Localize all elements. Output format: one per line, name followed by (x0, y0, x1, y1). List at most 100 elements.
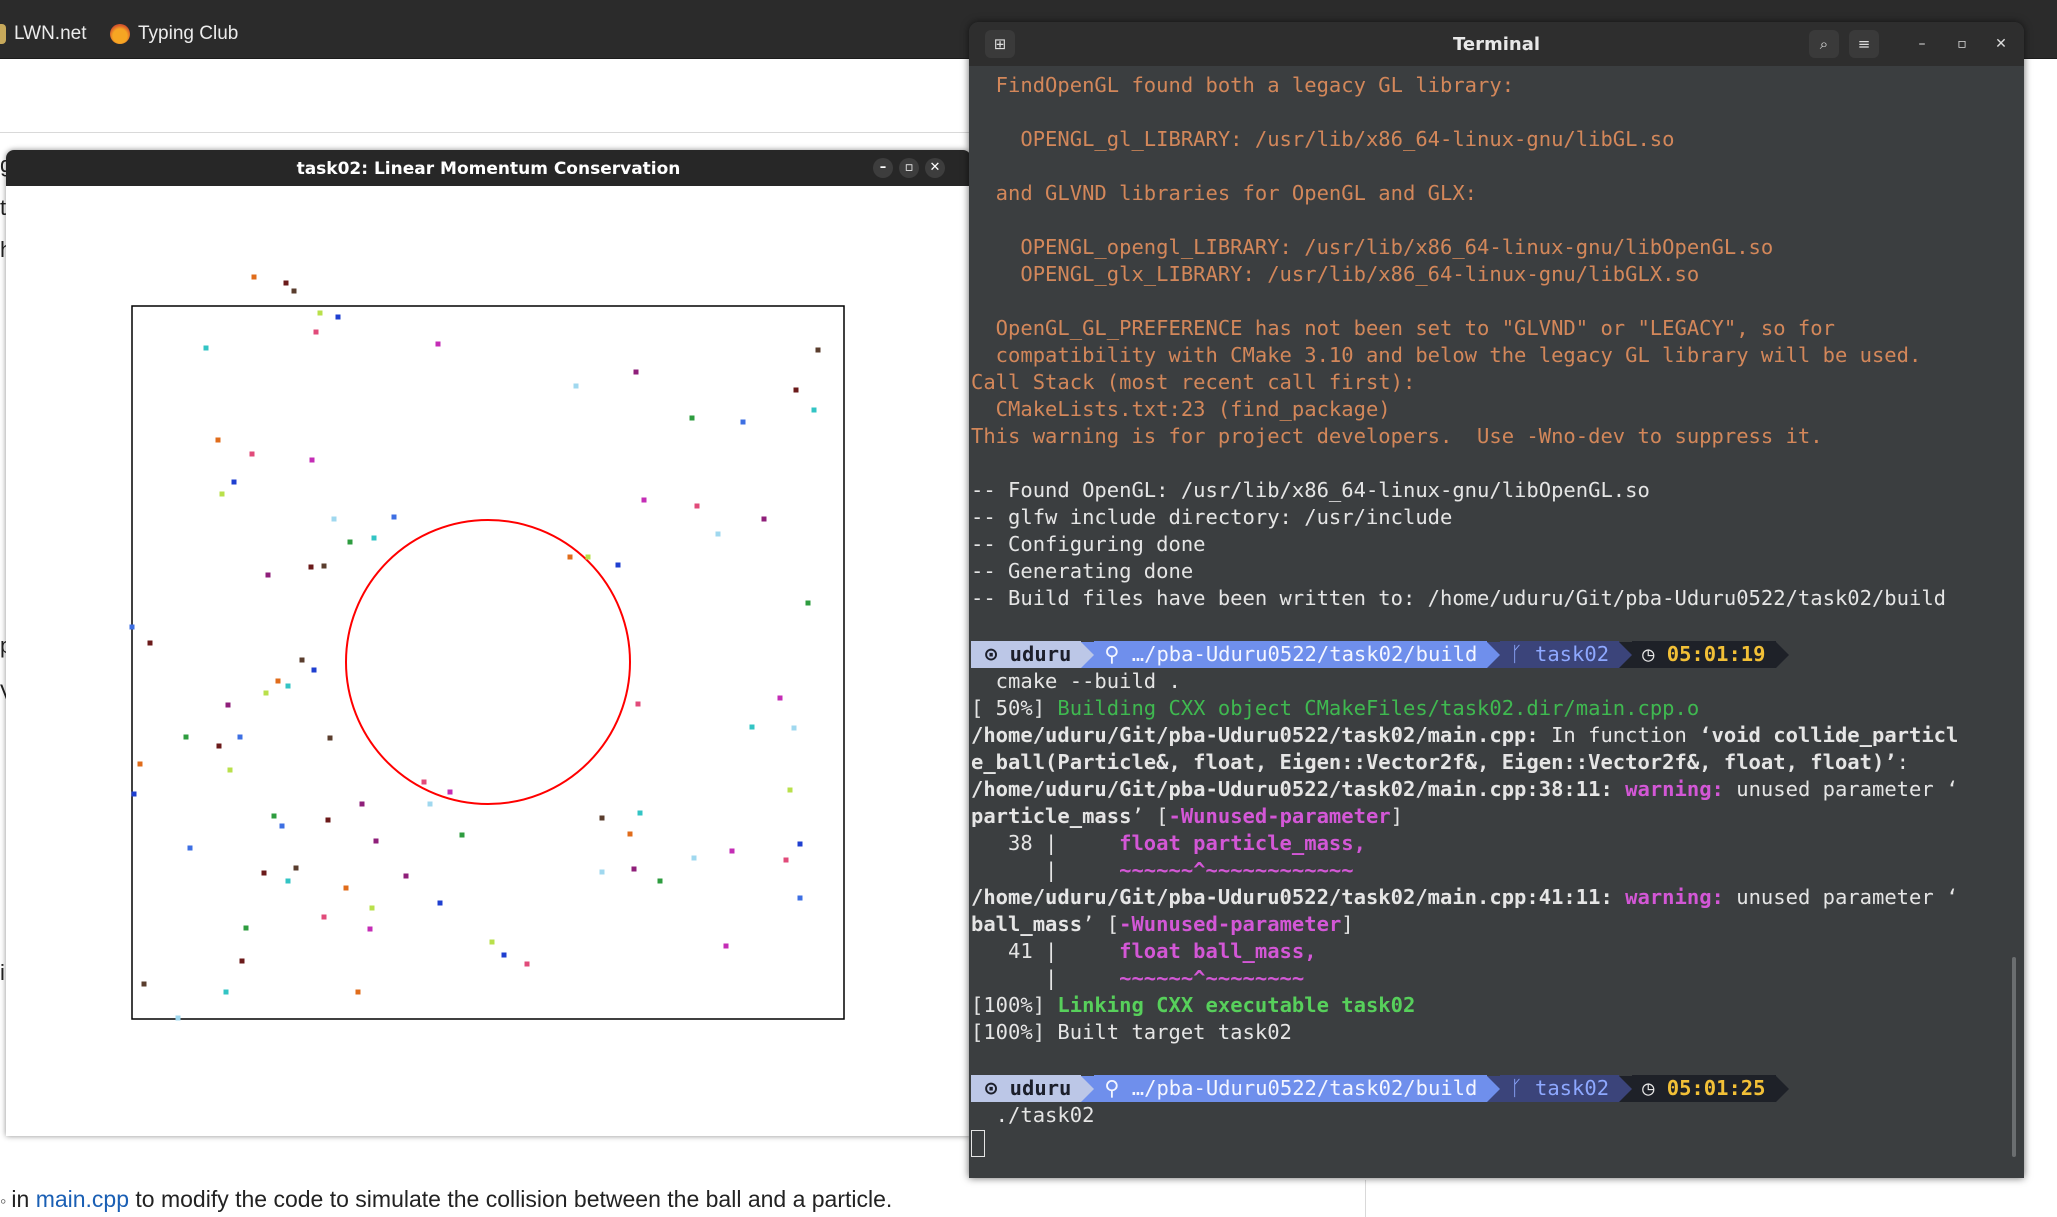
particle (657, 878, 663, 884)
particle (524, 961, 530, 967)
sim-boundary (131, 305, 845, 1020)
maximize-icon: ▫ (1957, 36, 1967, 52)
terminal-output[interactable]: FindOpenGL found both a legacy GL librar… (971, 72, 2001, 1172)
minimize-icon: – (1918, 36, 1926, 52)
build-step: Building CXX object CMakeFiles/task02.di… (1057, 696, 1700, 720)
bookmark-typing-club[interactable]: Typing Club (110, 20, 238, 48)
param-name: particle_mass (971, 804, 1132, 828)
particle (137, 761, 143, 767)
sim-titlebar[interactable]: task02: Linear Momentum Conservation – ▫… (6, 150, 971, 186)
particle (331, 516, 337, 522)
prompt-branch-text: task02 (1535, 642, 1610, 666)
maximize-button[interactable]: ▫ (1951, 33, 1973, 55)
output-line: particle_mass’ [-Wunused-parameter] (971, 803, 2001, 830)
text: ] (1341, 912, 1354, 936)
output-line: /home/uduru/Git/pba-Uduru0522/task02/mai… (971, 722, 2001, 749)
particle (447, 789, 453, 795)
file-path: /home/uduru/Git/pba-Uduru0522/task02/mai… (971, 723, 1539, 747)
hamburger-menu-icon: ≡ (1857, 35, 1871, 53)
particle (391, 514, 397, 520)
bookmark-label: LWN.net (14, 23, 87, 44)
clipped-text: i (0, 960, 5, 985)
line-number: 38 | (971, 831, 1120, 855)
particle (740, 419, 746, 425)
particle (355, 989, 361, 995)
particle (237, 734, 243, 740)
close-icon: ✕ (929, 160, 941, 175)
particle (271, 813, 277, 819)
clock-icon: ◷ (1642, 1076, 1667, 1100)
particle (359, 801, 365, 807)
particle (369, 905, 375, 911)
sim-window: task02: Linear Momentum Conservation – ▫… (6, 150, 971, 1136)
particle (691, 855, 697, 861)
close-button[interactable]: ✕ (925, 158, 945, 178)
bookmark-lwn[interactable]: LWN.net (0, 20, 87, 48)
main-cpp-link[interactable]: main.cpp (36, 1186, 129, 1212)
particle (627, 831, 633, 837)
output-line: 38 | float particle_mass, (971, 830, 2001, 857)
git-branch-icon: ᚴ (1510, 642, 1535, 666)
warning-label: warning: (1625, 885, 1724, 909)
terminal-titlebar[interactable]: ⊞ Terminal ⌕ ≡ – ▫ ✕ (969, 22, 2024, 66)
particle (343, 885, 349, 891)
powerline-separator (1619, 1075, 1633, 1102)
particle (715, 531, 721, 537)
particle (261, 870, 267, 876)
particle (689, 415, 695, 421)
particle (421, 779, 427, 785)
text: ’ [ (1131, 804, 1169, 828)
particle (283, 280, 289, 286)
close-icon: ✕ (1995, 36, 2007, 52)
function-sig: e_ball(Particle&, float, Eigen::Vector2f… (971, 750, 1897, 774)
param-name: ball_mass (971, 912, 1083, 936)
powerline-separator (1081, 1075, 1095, 1102)
output-line: Call Stack (most recent call first): (971, 370, 1416, 394)
particle (147, 640, 153, 646)
text: : (1896, 750, 1909, 774)
powerline-separator (1487, 1075, 1501, 1102)
powerline-separator (1775, 1075, 1789, 1102)
particle (723, 943, 729, 949)
minimize-button[interactable]: – (1911, 33, 1933, 55)
prompt-time: ◷ 05:01:25 (1632, 1075, 1776, 1102)
prompt-path: ⚲ …/pba-Uduru0522/task02/build (1094, 641, 1488, 668)
particle (427, 801, 433, 807)
search-button[interactable]: ⌕ (1809, 30, 1839, 58)
particle (599, 869, 605, 875)
input-line[interactable] (971, 1129, 2001, 1157)
prompt-path-text: …/pba-Uduru0522/task02/build (1131, 642, 1478, 666)
lwn-icon (0, 24, 6, 44)
text-prefix: in (11, 1186, 36, 1212)
particle (694, 503, 700, 509)
scrollbar[interactable] (2012, 957, 2016, 1157)
output-line: OPENGL_gl_LIBRARY: /usr/lib/x86_64-linux… (971, 127, 1675, 151)
particle (797, 841, 803, 847)
particle (225, 702, 231, 708)
particle (793, 387, 799, 393)
output-line: [100%] Built target task02 (971, 1020, 1292, 1044)
progress-prefix: [100%] (971, 993, 1058, 1017)
minimize-button[interactable]: – (873, 158, 893, 178)
particle (599, 815, 605, 821)
particle (265, 572, 271, 578)
page-divider (1365, 1180, 1366, 1217)
particle (635, 701, 641, 707)
prompt-branch: ᚴ task02 (1500, 1075, 1620, 1102)
particle (637, 810, 643, 816)
close-button[interactable]: ✕ (1990, 33, 2012, 55)
particle (216, 743, 222, 749)
prompt-time-text: 05:01:19 (1666, 642, 1766, 666)
particle (243, 925, 249, 931)
code-snippet: float particle_mass, (1119, 831, 1366, 855)
progress-prefix: [ 50%] (971, 696, 1058, 720)
sim-canvas[interactable] (6, 186, 971, 1136)
maximize-button[interactable]: ▫ (899, 158, 919, 178)
particle (403, 873, 409, 879)
menu-button[interactable]: ≡ (1849, 30, 1879, 58)
